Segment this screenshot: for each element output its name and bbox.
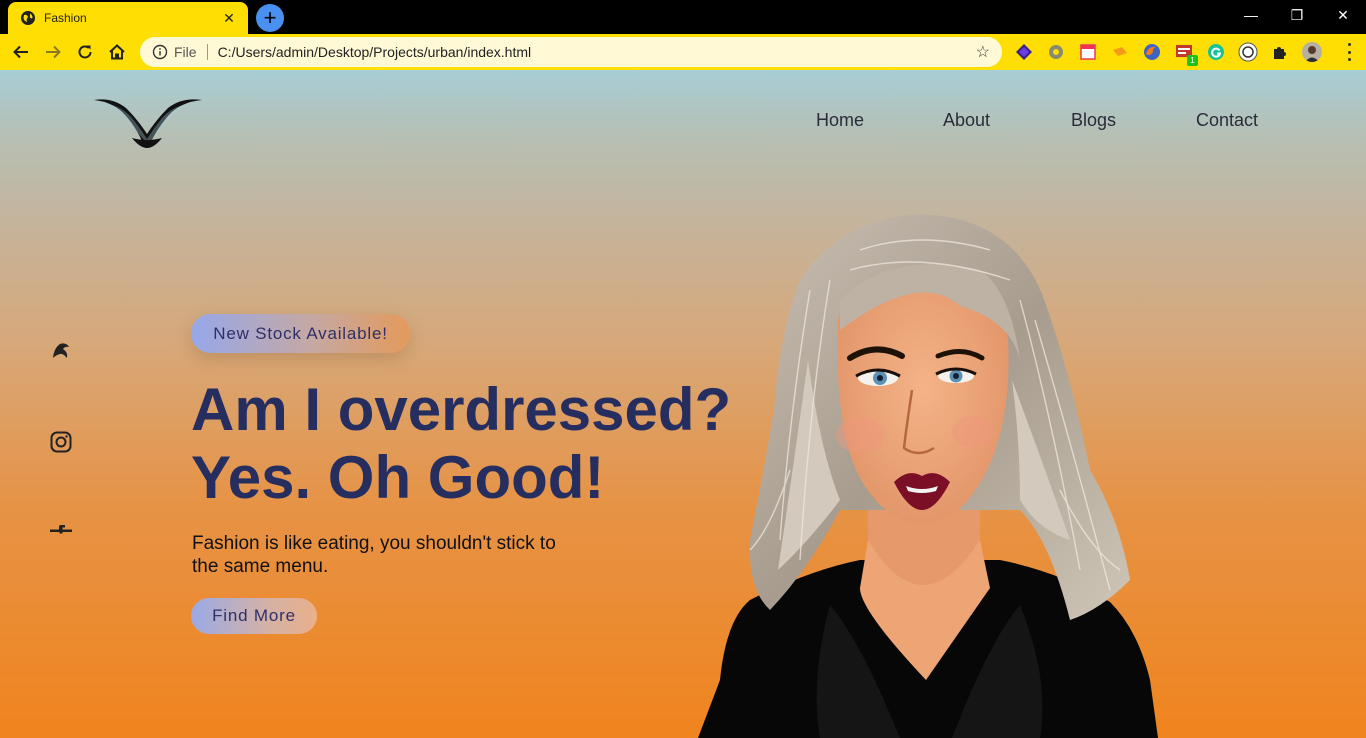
extension-shape-icon[interactable] (1110, 42, 1130, 62)
nav-blogs[interactable]: Blogs (1071, 110, 1116, 131)
browser-menu-button[interactable] (1346, 43, 1352, 61)
new-stock-badge: New Stock Available! (191, 314, 410, 353)
facebook-icon[interactable] (48, 516, 74, 542)
browser-titlebar: Fashion ✕ + — ❐ ✕ (0, 0, 1366, 34)
restore-button[interactable]: ❐ (1274, 0, 1320, 30)
scheme-label: File (174, 44, 208, 60)
minimize-button[interactable]: — (1228, 0, 1274, 30)
browser-tab[interactable]: Fashion ✕ (8, 2, 248, 34)
extension-gear-icon[interactable] (1046, 42, 1066, 62)
reload-button[interactable] (72, 40, 98, 64)
extension-dev-icon[interactable] (1238, 42, 1258, 62)
find-more-button[interactable]: Find More (191, 598, 317, 634)
bird-icon[interactable] (48, 338, 74, 364)
tab-title: Fashion (44, 11, 87, 25)
bookmark-star-icon[interactable]: ☆ (976, 42, 990, 62)
nav-about[interactable]: About (943, 110, 990, 131)
url-text[interactable]: C:/Users/admin/Desktop/Projects/urban/in… (218, 44, 976, 60)
info-icon (152, 44, 168, 60)
reload-icon (78, 45, 92, 59)
globe-icon (21, 11, 35, 25)
extension-counter-icon[interactable]: 1 (1174, 42, 1198, 66)
grammarly-icon[interactable] (1206, 42, 1226, 62)
brand-logo[interactable] (92, 94, 204, 150)
extension-badge: 1 (1187, 55, 1198, 66)
arrow-left-icon (13, 45, 28, 59)
model-illustration (698, 214, 1158, 738)
nav-contact[interactable]: Contact (1196, 110, 1258, 131)
extensions-puzzle-icon[interactable] (1270, 42, 1290, 62)
extension-diamond-icon[interactable] (1014, 42, 1034, 62)
arrow-right-icon (46, 45, 61, 59)
home-icon (109, 44, 125, 60)
home-button[interactable] (104, 40, 130, 64)
address-bar[interactable]: File C:/Users/admin/Desktop/Projects/urb… (140, 37, 1002, 67)
headline-line-1: Am I overdressed? (191, 376, 732, 443)
browser-toolbar: File C:/Users/admin/Desktop/Projects/urb… (0, 34, 1366, 70)
tab-close-button[interactable]: ✕ (220, 10, 238, 27)
extension-window-icon[interactable] (1078, 42, 1098, 62)
forward-button[interactable] (40, 40, 66, 64)
hero-tagline: Fashion is like eating, you shouldn't st… (192, 533, 556, 577)
window-close-button[interactable]: ✕ (1320, 0, 1366, 30)
new-tab-button[interactable]: + (256, 4, 284, 32)
instagram-icon[interactable] (48, 429, 74, 455)
profile-avatar[interactable] (1302, 42, 1322, 62)
nav-home[interactable]: Home (816, 110, 864, 131)
hero-headline: Am I overdressed? Yes. Oh Good! (191, 376, 731, 512)
extension-firefox-icon[interactable] (1142, 42, 1162, 62)
back-button[interactable] (8, 40, 34, 64)
page-content: Home About Blogs Contact New Stock Avail… (0, 70, 1366, 738)
headline-line-2: Yes. Oh Good! (191, 444, 605, 511)
